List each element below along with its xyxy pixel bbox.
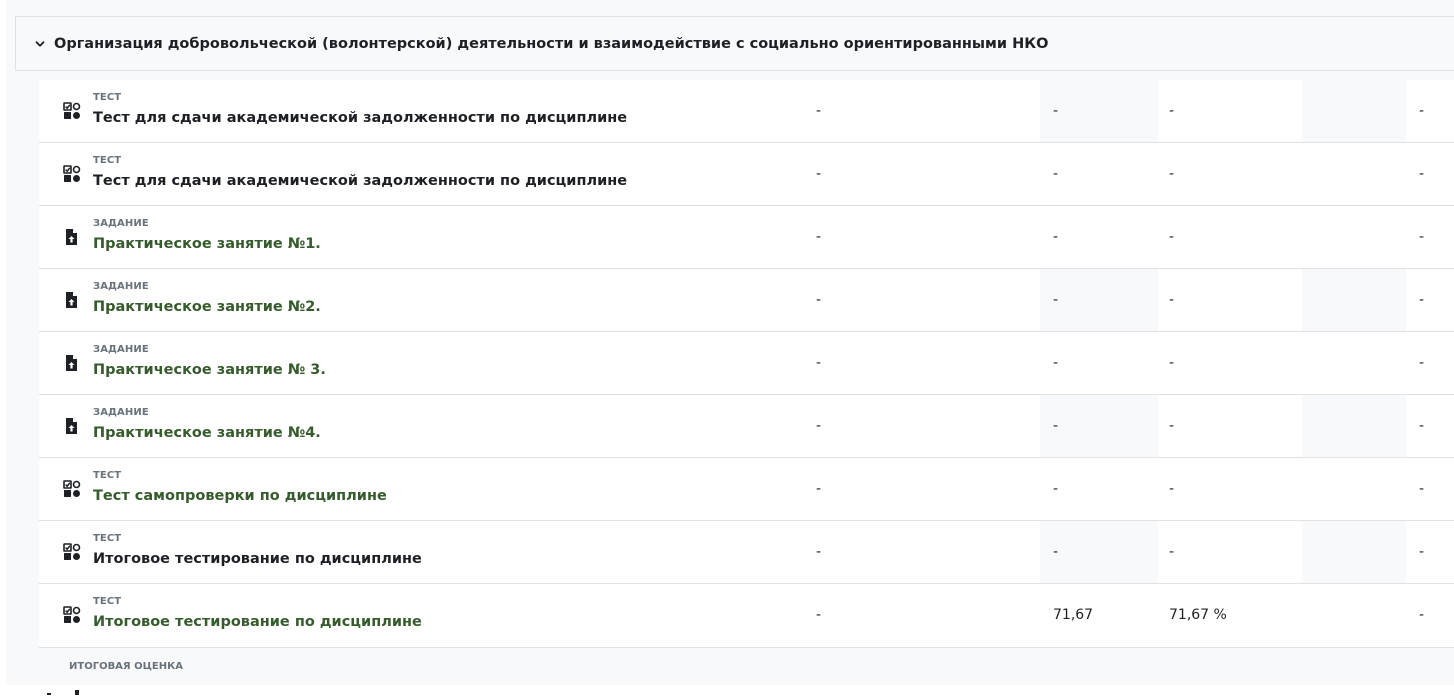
- percentage-cell: -: [1169, 418, 1175, 434]
- item-name[interactable]: Практическое занятие №4.: [93, 425, 321, 441]
- item-name: Итоговое тестирование по дисциплине: [93, 551, 422, 567]
- feedback-cell: -: [1419, 166, 1425, 182]
- column-shade: [1302, 269, 1406, 331]
- percentage-cell: -: [1169, 229, 1175, 245]
- column-shade: [1302, 395, 1406, 457]
- quiz-icon: [63, 543, 81, 561]
- feedback-cell: -: [1419, 103, 1425, 119]
- grade-cell: -: [1053, 166, 1059, 182]
- item-name[interactable]: Практическое занятие № 3.: [93, 362, 326, 378]
- item-type-label: Тест: [93, 470, 122, 481]
- quiz-icon: [63, 480, 81, 498]
- grade-item-row: Задание Практическое занятие №1. - - - -: [39, 206, 1454, 269]
- grade-item-row: Задание Практическое занятие № 3. - - - -: [39, 332, 1454, 395]
- course-total-icon: [47, 680, 81, 695]
- item-name: Тест для сдачи академической задолженнос…: [93, 110, 628, 126]
- item-type-label: Тест: [93, 533, 122, 544]
- assignment-icon: [63, 228, 81, 246]
- chevron-down-icon[interactable]: [32, 36, 48, 52]
- percentage-cell: -: [1169, 292, 1175, 308]
- item-name: Тест для сдачи академической задолженнос…: [93, 173, 628, 189]
- grade-cell: -: [1053, 229, 1059, 245]
- grade-items-list: Тест Тест для сдачи академической задолже…: [39, 80, 1454, 648]
- item-name[interactable]: Практическое занятие №2.: [93, 299, 321, 315]
- item-name[interactable]: Практическое занятие №1.: [93, 236, 321, 252]
- percentage-cell: -: [1169, 544, 1175, 560]
- item-type-label: Тест: [93, 155, 122, 166]
- grade-item-row: Задание Практическое занятие №2. - - - -: [39, 269, 1454, 332]
- feedback-cell: -: [1419, 544, 1425, 560]
- feedback-cell: -: [1419, 292, 1425, 308]
- grade-item-row: Тест Тест для сдачи академической задолже…: [39, 143, 1454, 206]
- item-name[interactable]: Тест самопроверки по дисциплине: [93, 488, 387, 504]
- assignment-icon: [63, 354, 81, 372]
- feedback-cell: -: [1419, 481, 1425, 497]
- item-type-label: Тест: [93, 596, 122, 607]
- item-type-label: Задание: [93, 344, 149, 355]
- column-shade: [1302, 521, 1406, 583]
- grade-item-row: Тест Тест для сдачи академической задолже…: [39, 80, 1454, 143]
- weight-cell: -: [816, 292, 822, 308]
- feedback-cell: -: [1419, 355, 1425, 371]
- quiz-icon: [63, 606, 81, 624]
- item-type-label: Задание: [93, 407, 149, 418]
- item-type-label: Задание: [93, 281, 149, 292]
- weight-cell: -: [816, 418, 822, 434]
- assignment-icon: [63, 291, 81, 309]
- category-header: Организация добровольческой (волонтерско…: [15, 16, 1454, 71]
- course-total-label: Итоговая оценка: [69, 661, 183, 672]
- assignment-icon: [63, 417, 81, 435]
- grade-cell: -: [1053, 355, 1059, 371]
- item-type-label: Задание: [93, 218, 149, 229]
- category-title: Организация добровольческой (волонтерско…: [54, 35, 1049, 52]
- percentage-cell: 71,67 %: [1169, 607, 1227, 623]
- grade-cell: -: [1053, 544, 1059, 560]
- grade-item-row: Тест Итоговое тестирование по дисциплине -…: [39, 521, 1454, 584]
- grade-cell: -: [1053, 292, 1059, 308]
- weight-cell: -: [816, 544, 822, 560]
- percentage-cell: -: [1169, 481, 1175, 497]
- feedback-cell: -: [1419, 607, 1425, 623]
- percentage-cell: -: [1169, 166, 1175, 182]
- grade-cell: 71,67: [1053, 607, 1094, 623]
- grade-item-row: Тест Тест самопроверки по дисциплине - - - -: [39, 458, 1454, 521]
- weight-cell: -: [816, 166, 822, 182]
- feedback-cell: -: [1419, 418, 1425, 434]
- grade-cell: -: [1053, 103, 1059, 119]
- grade-cell: -: [1053, 418, 1059, 434]
- column-shade: [1302, 80, 1406, 142]
- item-name[interactable]: Итоговое тестирование по дисциплине: [93, 614, 422, 630]
- weight-cell: -: [816, 481, 822, 497]
- weight-cell: -: [816, 355, 822, 371]
- grade-cell: -: [1053, 481, 1059, 497]
- quiz-icon: [63, 102, 81, 120]
- weight-cell: -: [816, 229, 822, 245]
- percentage-cell: -: [1169, 355, 1175, 371]
- weight-cell: -: [816, 607, 822, 623]
- weight-cell: -: [816, 103, 822, 119]
- feedback-cell: -: [1419, 229, 1425, 245]
- grade-item-row: Тест Итоговое тестирование по дисциплине -…: [39, 584, 1454, 648]
- grade-item-row: Задание Практическое занятие №4. - - - -: [39, 395, 1454, 458]
- percentage-cell: -: [1169, 103, 1175, 119]
- item-type-label: Тест: [93, 92, 122, 103]
- quiz-icon: [63, 165, 81, 183]
